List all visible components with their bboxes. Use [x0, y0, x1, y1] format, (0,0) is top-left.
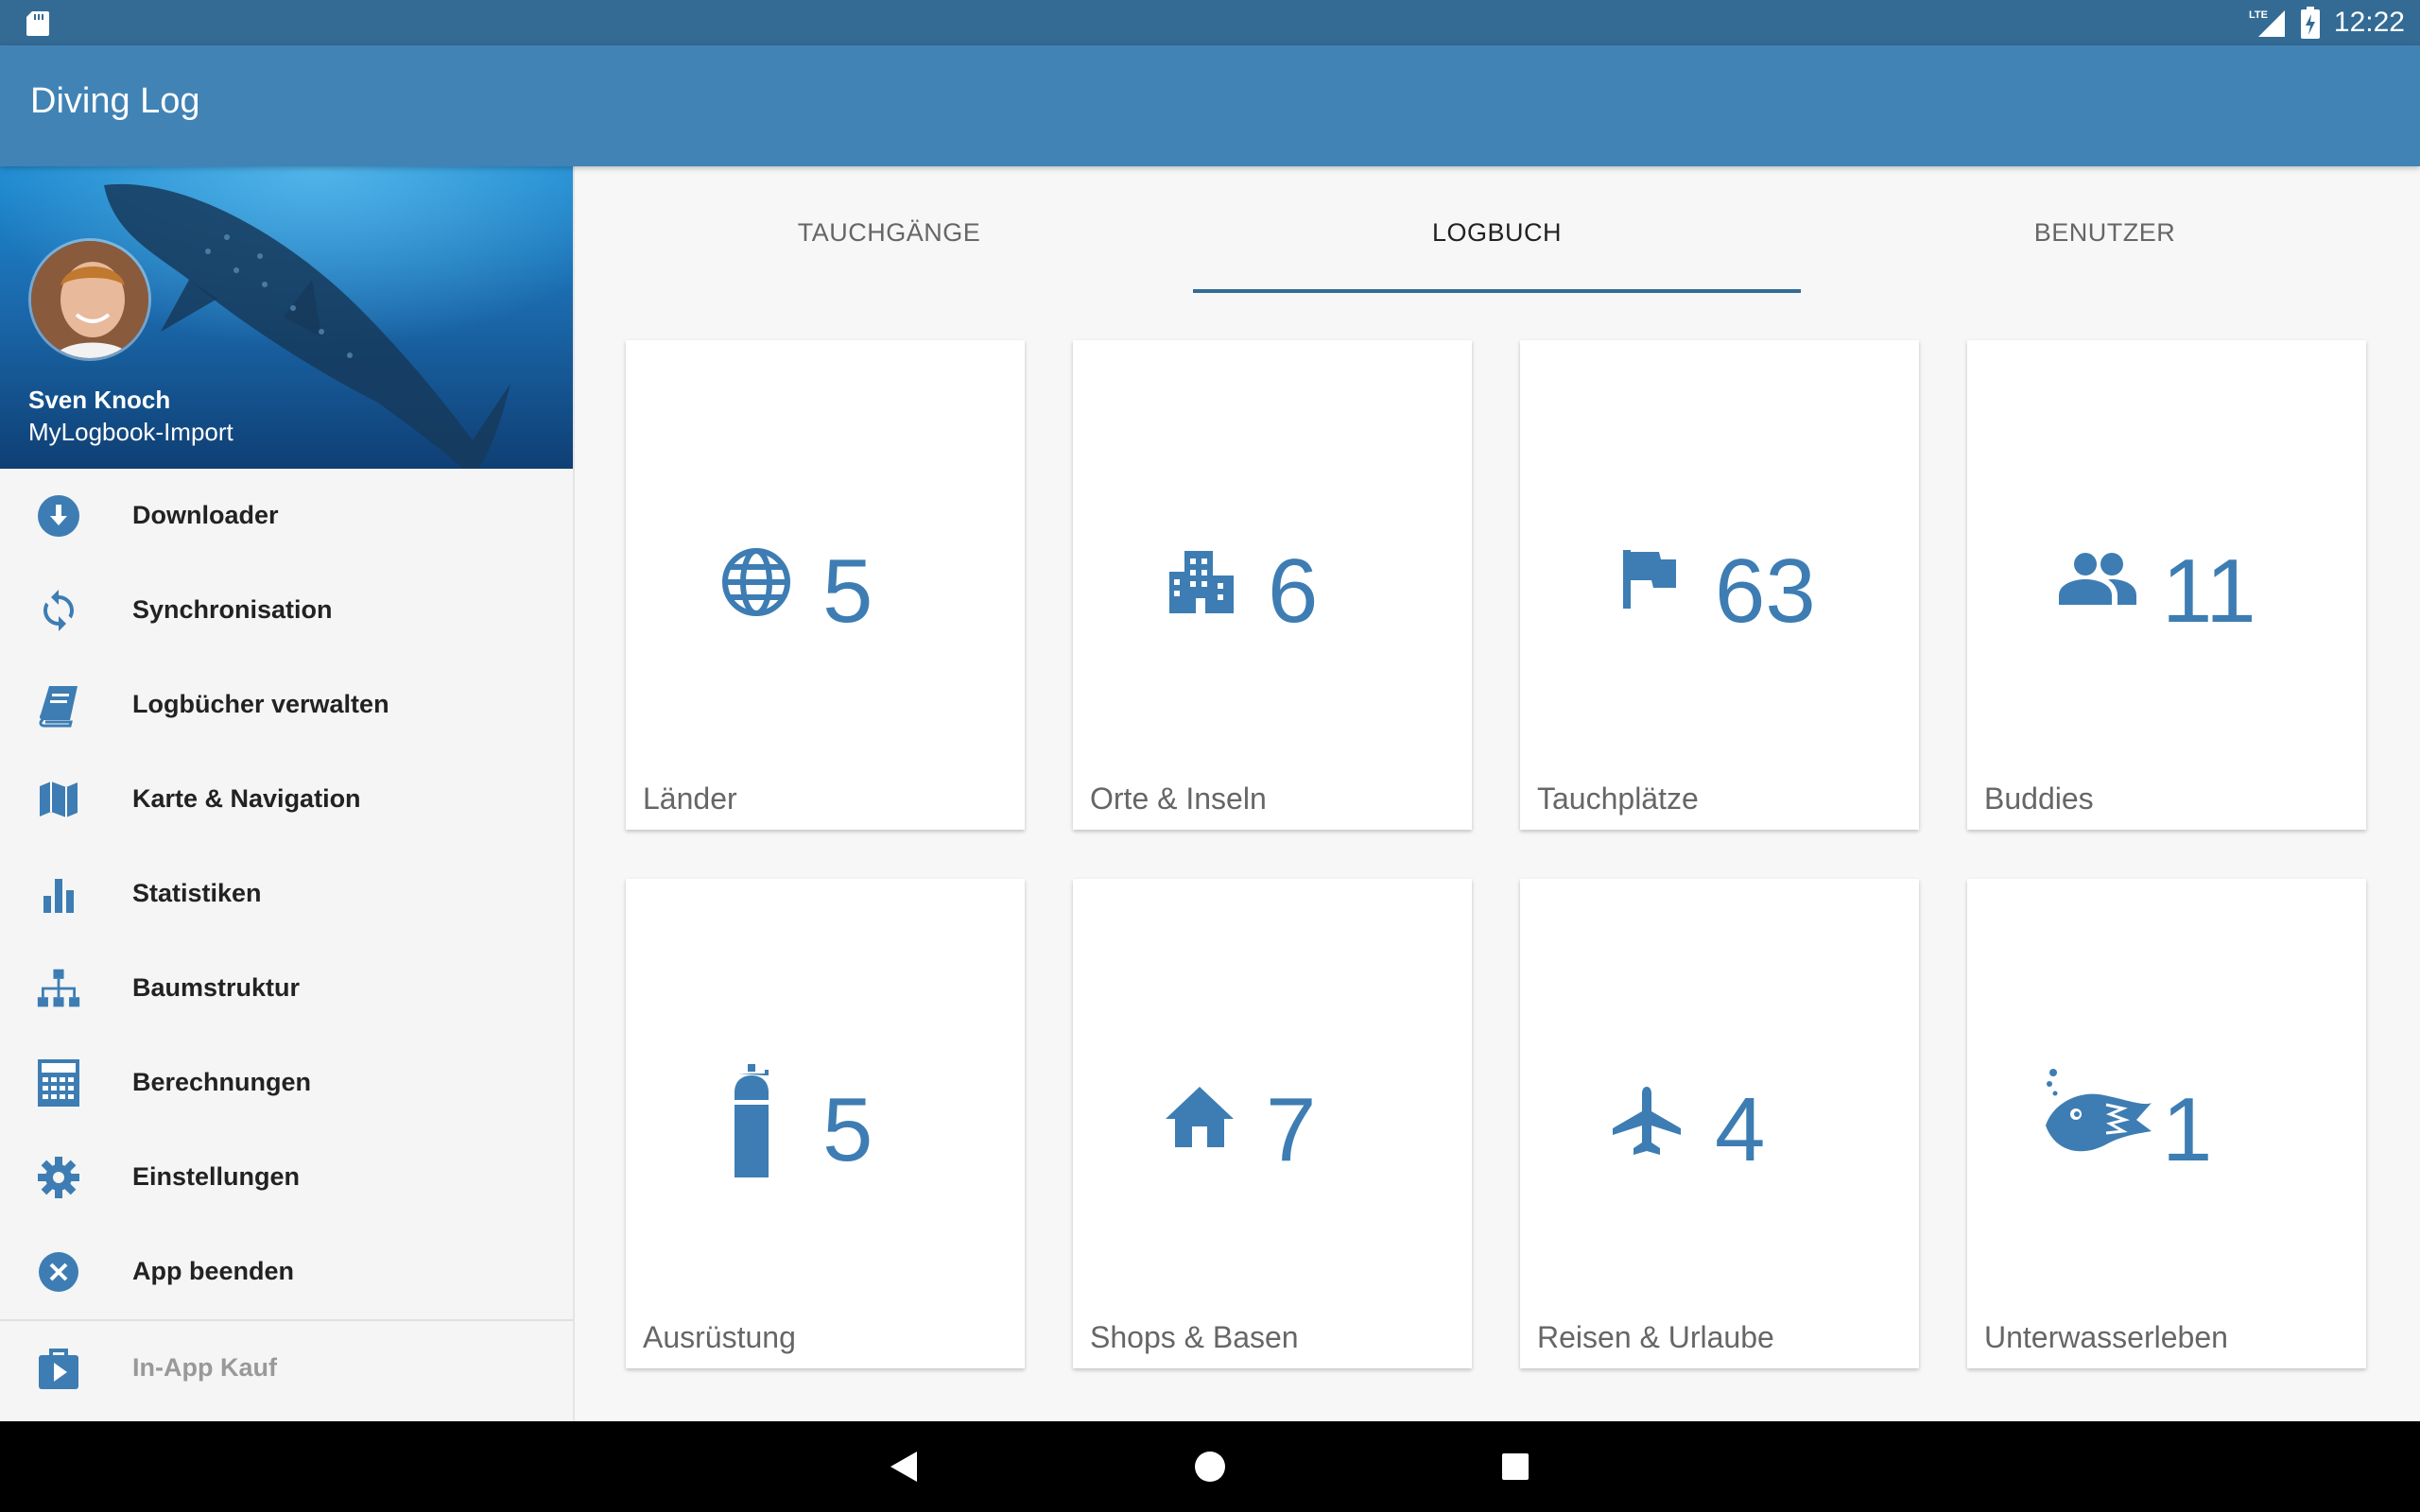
menu-item-synchronisation[interactable]: Synchronisation — [0, 563, 573, 658]
airplane-icon — [1613, 1087, 1681, 1155]
tab-indicator — [1193, 289, 1801, 293]
tank-icon — [735, 1064, 769, 1177]
menu-item-label: Logbücher verwalten — [132, 690, 389, 718]
close-circle-icon — [39, 1252, 78, 1292]
menu-item-calculations[interactable]: Berechnungen — [0, 1036, 573, 1130]
recents-square-icon — [1502, 1453, 1529, 1480]
card-label: Länder — [643, 782, 737, 816]
menu-item-logbooks[interactable]: Logbücher verwalten — [0, 658, 573, 752]
fish-icon — [2046, 1069, 2152, 1152]
menu-item-in-app-purchase[interactable]: In-App Kauf — [0, 1321, 573, 1416]
card-count: 4 — [1715, 1079, 1766, 1180]
book-icon — [39, 686, 78, 728]
battery-charging-icon — [2300, 7, 2320, 39]
user-subtitle: MyLogbook-Import — [28, 418, 233, 446]
menu-item-label: Statistiken — [132, 879, 262, 907]
card-count: 63 — [1715, 541, 1816, 642]
card-count: 7 — [1266, 1079, 1317, 1180]
sd-card-icon — [26, 11, 49, 36]
menu-item-settings[interactable]: Einstellungen — [0, 1130, 573, 1225]
people-icon — [2059, 553, 2136, 605]
avatar[interactable] — [28, 238, 151, 361]
card-label: Tauchplätze — [1537, 782, 1699, 816]
calculator-icon — [38, 1059, 79, 1107]
home-circle-icon — [1195, 1452, 1225, 1482]
card-places-islands[interactable]: 6 Orte & Inseln — [1073, 340, 1472, 830]
menu-item-downloader[interactable]: Downloader — [0, 469, 573, 563]
sync-icon — [43, 590, 74, 631]
card-count: 5 — [822, 1079, 873, 1180]
card-equipment[interactable]: 5 Ausrüstung — [626, 879, 1025, 1368]
menu-item-tree[interactable]: Baumstruktur — [0, 941, 573, 1036]
download-circle-icon — [38, 495, 79, 537]
drawer-header: Sven Knoch MyLogbook-Import — [0, 166, 573, 469]
card-label: Orte & Inseln — [1090, 782, 1267, 816]
menu-item-label: App beenden — [132, 1257, 295, 1285]
map-icon — [40, 782, 78, 817]
menu-item-map[interactable]: Karte & Navigation — [0, 752, 573, 847]
app-title: Diving Log — [30, 81, 200, 121]
tab-users[interactable]: BENUTZER — [1801, 166, 2409, 299]
app-bar: Diving Log — [0, 45, 2420, 166]
tab-dives[interactable]: TAUCHGÄNGE — [585, 166, 1193, 299]
system-nav-bar — [0, 1421, 2420, 1512]
signal-icon: LTE — [2249, 9, 2285, 37]
avatar-image — [31, 241, 148, 358]
card-countries[interactable]: 5 Länder — [626, 340, 1025, 830]
card-label: Unterwasserleben — [1984, 1320, 2228, 1354]
flag-icon — [1623, 550, 1676, 609]
card-label: Buddies — [1984, 782, 2094, 816]
recents-button[interactable] — [1470, 1421, 1561, 1512]
card-trips-holidays[interactable]: 4 Reisen & Urlaube — [1520, 879, 1919, 1368]
card-shops-bases[interactable]: 7 Shops & Basen — [1073, 879, 1472, 1368]
menu-item-label: In-App Kauf — [132, 1353, 277, 1382]
card-buddies[interactable]: 11 Buddies — [1967, 340, 2366, 830]
card-count: 5 — [822, 541, 873, 642]
menu-item-label: Baumstruktur — [132, 973, 301, 1002]
back-button[interactable] — [858, 1421, 949, 1512]
menu-item-statistics[interactable]: Statistiken — [0, 847, 573, 941]
home-icon — [1166, 1087, 1234, 1147]
card-label: Ausrüstung — [643, 1320, 796, 1354]
sitemap-icon — [37, 969, 80, 1007]
card-label: Shops & Basen — [1090, 1320, 1299, 1354]
drawer-menu: Downloader Synchronisation Logbücher ver… — [0, 469, 573, 1416]
network-type: LTE — [2249, 9, 2268, 21]
back-icon — [890, 1452, 917, 1482]
menu-item-label: Karte & Navigation — [132, 784, 361, 813]
gear-icon — [38, 1157, 79, 1198]
card-count: 11 — [2162, 541, 2256, 642]
menu-item-exit-app[interactable]: App beenden — [0, 1225, 573, 1319]
card-count: 6 — [1268, 541, 1319, 642]
tab-logbook[interactable]: LOGBUCH — [1193, 166, 1801, 299]
city-icon — [1169, 551, 1234, 613]
card-underwater-life[interactable]: 1 Unterwasserleben — [1967, 879, 2366, 1368]
shopping-bag-icon — [39, 1349, 78, 1389]
globe-icon — [722, 548, 790, 616]
menu-item-label: Downloader — [132, 501, 279, 529]
home-button[interactable] — [1165, 1421, 1255, 1512]
user-name: Sven Knoch — [28, 386, 171, 414]
status-bar: LTE 12:22 — [0, 0, 2420, 45]
menu-item-label: Synchronisation — [132, 595, 333, 624]
card-count: 1 — [2162, 1079, 2213, 1180]
tab-bar: TAUCHGÄNGE LOGBUCH BENUTZER — [575, 166, 2420, 299]
menu-item-label: Berechnungen — [132, 1068, 312, 1096]
navigation-drawer: Sven Knoch MyLogbook-Import Downloader S… — [0, 166, 575, 1421]
menu-item-label: Einstellungen — [132, 1162, 301, 1191]
card-dive-sites[interactable]: 63 Tauchplätze — [1520, 340, 1919, 830]
bar-chart-icon — [43, 879, 74, 913]
card-label: Reisen & Urlaube — [1537, 1320, 1774, 1354]
clock: 12:22 — [2333, 7, 2405, 38]
